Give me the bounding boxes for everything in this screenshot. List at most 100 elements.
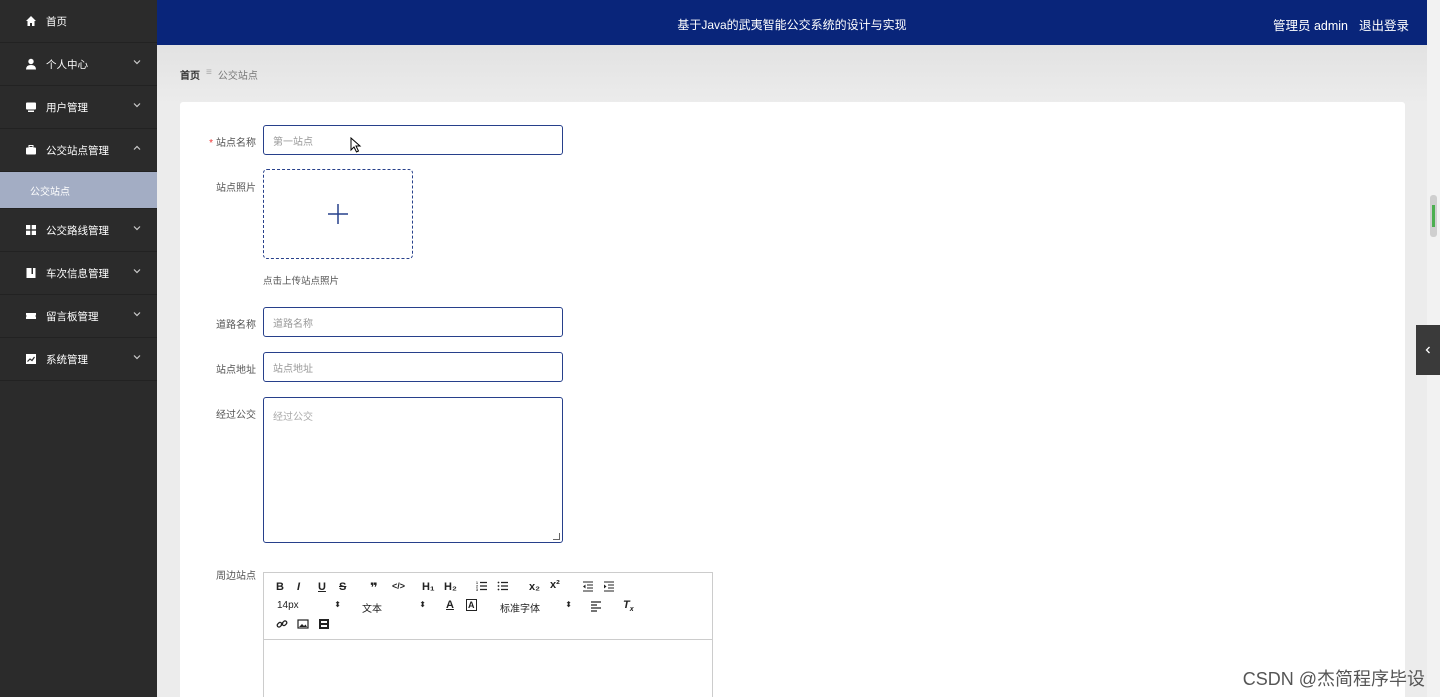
required-mark: * bbox=[209, 138, 213, 149]
book-icon bbox=[24, 266, 38, 280]
bullet-list-icon bbox=[497, 581, 508, 591]
ordered-list-icon: 123 bbox=[476, 581, 487, 592]
select-arrow-icon: ⬍ bbox=[334, 600, 341, 609]
video-button[interactable] bbox=[318, 618, 330, 633]
chevron-up-icon bbox=[133, 145, 141, 150]
strike-button[interactable]: S bbox=[339, 581, 346, 593]
logout-link[interactable]: 退出登录 bbox=[1359, 15, 1409, 34]
header-type-select[interactable]: 文本 ⬍ bbox=[362, 600, 426, 615]
blockquote-button[interactable]: ❞ bbox=[370, 580, 378, 596]
passing-bus-label: 经过公交 bbox=[216, 410, 256, 421]
header-type-value: 文本 bbox=[362, 604, 382, 615]
grid-icon bbox=[24, 223, 38, 237]
sidebar-item-label: 用户管理 bbox=[46, 101, 88, 114]
ticket-icon bbox=[24, 309, 38, 323]
app-title: 基于Java的武夷智能公交系统的设计与实现 bbox=[677, 18, 907, 32]
underline-button[interactable]: U bbox=[318, 581, 326, 593]
watermark: CSDN @杰简程序毕设 bbox=[1242, 669, 1425, 689]
font-family-value: 标准字体 bbox=[500, 604, 540, 615]
subscript-button[interactable]: x₂ bbox=[529, 581, 540, 593]
code-block-button[interactable]: </> bbox=[392, 581, 405, 591]
sidebar-item-label: 个人中心 bbox=[46, 58, 88, 71]
chevron-down-icon bbox=[133, 103, 141, 108]
breadcrumb-separator: ≡ bbox=[206, 67, 212, 78]
station-address-label: 站点地址 bbox=[216, 365, 256, 376]
resize-handle[interactable] bbox=[553, 533, 560, 540]
sidebar-item-home[interactable]: 首页 bbox=[0, 0, 157, 43]
ordered-list-button[interactable]: 123 bbox=[476, 580, 488, 595]
station-address-placeholder: 站点地址 bbox=[273, 363, 313, 375]
link-button[interactable] bbox=[276, 618, 288, 633]
main-content: 首页 ≡ 公交站点 * 站点名称 第一站点 站点照片 点击上传站点照片 道路名称 … bbox=[157, 45, 1427, 697]
side-panel-toggle[interactable] bbox=[1416, 325, 1440, 375]
road-name-input[interactable]: 道路名称 bbox=[263, 307, 563, 337]
road-name-placeholder: 道路名称 bbox=[273, 318, 313, 330]
sidebar: 首页 个人中心 用户管理 公交站点管理 公交站点 公交路线管理 车次信息管理 留… bbox=[0, 0, 157, 697]
image-icon bbox=[297, 619, 309, 629]
clear-format-button[interactable]: Tx bbox=[623, 599, 634, 613]
bold-button[interactable]: B bbox=[276, 581, 284, 593]
font-size-select[interactable]: 14px ⬍ bbox=[277, 600, 341, 611]
station-address-input[interactable]: 站点地址 bbox=[263, 352, 563, 382]
passing-bus-placeholder: 经过公交 bbox=[273, 412, 313, 423]
sidebar-item-messages[interactable]: 留言板管理 bbox=[0, 295, 157, 338]
chevron-down-icon bbox=[133, 269, 141, 274]
station-photo-label: 站点照片 bbox=[216, 183, 256, 194]
current-user: 管理员 admin bbox=[1272, 19, 1348, 33]
station-name-placeholder: 第一站点 bbox=[273, 136, 313, 148]
indent-button[interactable] bbox=[603, 580, 615, 595]
link-icon bbox=[276, 620, 288, 628]
font-size-value: 14px bbox=[277, 600, 299, 611]
breadcrumb-home[interactable]: 首页 bbox=[180, 67, 200, 82]
header2-button[interactable]: H₂ bbox=[444, 581, 457, 593]
font-color-button[interactable]: A bbox=[446, 599, 454, 611]
select-arrow-icon: ⬍ bbox=[419, 600, 426, 609]
sidebar-item-system[interactable]: 系统管理 bbox=[0, 338, 157, 381]
form-card: * 站点名称 第一站点 站点照片 点击上传站点照片 道路名称 道路名称 站点地址 … bbox=[180, 102, 1405, 697]
sidebar-item-label: 留言板管理 bbox=[46, 310, 99, 323]
station-name-label-text: 站点名称 bbox=[216, 138, 256, 149]
plus-icon bbox=[328, 204, 348, 224]
photo-upload-button[interactable] bbox=[263, 169, 413, 259]
chart-icon bbox=[24, 352, 38, 366]
header1-button[interactable]: H₁ bbox=[422, 581, 435, 593]
chevron-left-icon bbox=[1425, 346, 1430, 354]
sidebar-item-label: 系统管理 bbox=[46, 353, 88, 366]
station-name-label: * 站点名称 bbox=[180, 134, 256, 149]
font-family-select[interactable]: 标准字体 ⬍ bbox=[500, 600, 572, 615]
chevron-down-icon bbox=[133, 312, 141, 317]
sidebar-item-trips[interactable]: 车次信息管理 bbox=[0, 252, 157, 295]
home-icon bbox=[24, 14, 38, 28]
sidebar-item-label: 车次信息管理 bbox=[46, 267, 109, 280]
user-icon bbox=[24, 57, 38, 71]
nearby-stations-editor[interactable]: B I U S ❞ </> H₁ H₂ 123 x₂ x² 14px ⬍ 文本 … bbox=[263, 572, 713, 697]
passing-bus-textarea[interactable]: 经过公交 bbox=[263, 397, 563, 543]
scroll-thumb[interactable] bbox=[1430, 195, 1437, 237]
breadcrumb-current: 公交站点 bbox=[217, 71, 258, 82]
outdent-icon bbox=[583, 581, 593, 592]
chevron-down-icon bbox=[133, 60, 141, 65]
sidebar-item-profile[interactable]: 个人中心 bbox=[0, 43, 157, 86]
sidebar-item-label: 公交路线管理 bbox=[46, 224, 109, 237]
image-button[interactable] bbox=[297, 618, 309, 633]
station-name-input[interactable]: 第一站点 bbox=[263, 125, 563, 155]
sidebar-item-stations[interactable]: 公交站点管理 bbox=[0, 129, 157, 172]
sidebar-subitem-bus-station[interactable]: 公交站点 bbox=[0, 172, 157, 209]
indent-icon bbox=[604, 581, 614, 592]
video-icon bbox=[319, 619, 329, 629]
italic-button[interactable]: I bbox=[297, 581, 300, 593]
road-name-label: 道路名称 bbox=[216, 320, 256, 331]
sidebar-item-label: 公交站点管理 bbox=[46, 144, 109, 157]
align-button[interactable] bbox=[590, 600, 602, 615]
header: 基于Java的武夷智能公交系统的设计与实现 管理员 admin 退出登录 bbox=[157, 0, 1427, 45]
superscript-button[interactable]: x² bbox=[550, 579, 560, 591]
breadcrumb: 首页 ≡ 公交站点 bbox=[180, 67, 258, 82]
sidebar-item-users[interactable]: 用户管理 bbox=[0, 86, 157, 129]
nearby-stations-label: 周边站点 bbox=[216, 571, 256, 582]
mouse-cursor-icon bbox=[350, 137, 362, 153]
bullet-list-button[interactable] bbox=[497, 580, 509, 595]
sidebar-item-routes[interactable]: 公交路线管理 bbox=[0, 209, 157, 252]
outdent-button[interactable] bbox=[582, 580, 594, 595]
background-color-button[interactable]: A bbox=[466, 599, 477, 611]
align-left-icon bbox=[591, 601, 601, 612]
